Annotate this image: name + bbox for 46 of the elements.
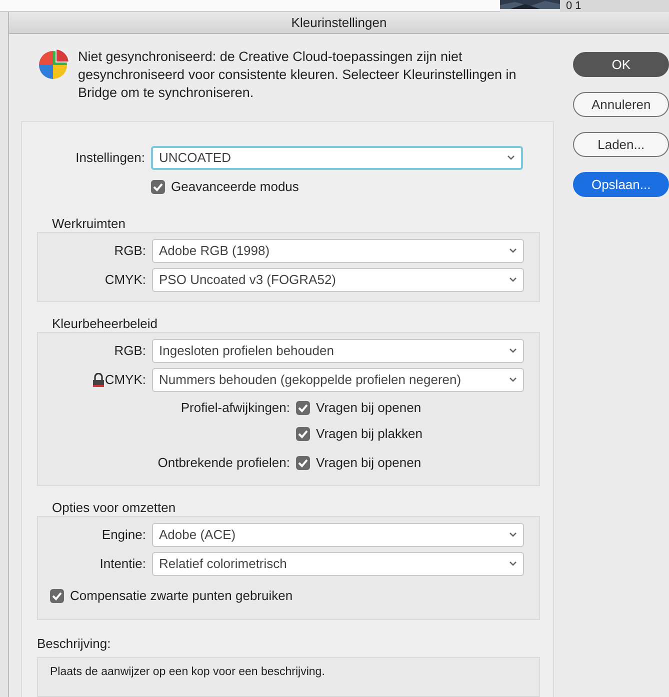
checkbox[interactable] [151,180,165,194]
field-label: Ontbrekende profielen: [158,454,290,470]
checkbox-label: Vragen bij openen [316,454,422,472]
field-label: RGB: [114,342,146,360]
chevron-icon [509,348,517,354]
dialog-button[interactable]: Annuleren [573,92,669,117]
dropdown[interactable]: Ingesloten profielen behouden [152,339,524,363]
checkbox[interactable] [296,426,310,440]
chevron-icon [507,155,515,161]
checkbox[interactable] [50,588,64,602]
chevron-icon [509,377,517,383]
dropdown[interactable]: Adobe RGB (1998) [152,239,524,263]
chevron-icon [509,561,517,567]
section-title: Kleurbeheerbeleid [52,316,159,332]
checkbox-label: Geavanceerde modus [171,178,299,196]
field-label: Engine: [102,526,146,544]
section-title: Opties voor omzetten [52,500,177,516]
checkbox[interactable] [296,456,310,470]
dialog-button[interactable]: Opslaan... [573,172,669,197]
field-label: CMYK: [104,271,146,290]
field-label: Intentie: [100,555,146,574]
chevron-icon [509,248,517,254]
field-label: CMYK: [104,371,146,390]
chevron-icon [509,277,517,283]
settings-label: Instellingen: [74,149,145,168]
dropdown[interactable]: Adobe (ACE) [152,523,524,547]
description-text: Plaats de aanwijzer op een kop voor een beschrijving. [50,666,325,678]
color-wheel-icon [36,48,70,82]
checkbox[interactable] [296,400,310,414]
checkbox-label: Vragen bij plakken [316,424,422,443]
dropdown[interactable]: Nummers behouden (gekoppelde profielen negeren) [152,368,524,392]
checkbox-label: Compensatie zwarte punten gebruiken [70,586,293,605]
section-title: Werkruimten [52,216,126,232]
background-text: 0 1 [560,0,669,12]
dialog-button[interactable]: Laden... [573,132,669,157]
chevron-icon [509,532,517,538]
dialog-button[interactable]: OK [573,52,669,77]
description-title: Beschrijving: [37,634,112,653]
sync-warning-text: Niet gesynchroniseerd: de Creative Cloud-toepassingen zijn niet gesynchroniseerd voor consistente kleuren. Selecteer Kleurinstellingen in Bridge om te synchroniseren. [78,48,518,102]
dropdown[interactable]: Relatief colorimetrisch [152,552,524,576]
window-title: Kleurinstellingen [9,12,669,34]
checkbox-label: Vragen bij openen [316,398,422,417]
dropdown[interactable]: PSO Uncoated v3 (FOGRA52) [152,268,524,292]
field-label: Profiel-afwijkingen: [180,400,290,415]
field-label: RGB: [114,242,146,260]
dropdown[interactable]: UNCOATED [151,146,523,170]
